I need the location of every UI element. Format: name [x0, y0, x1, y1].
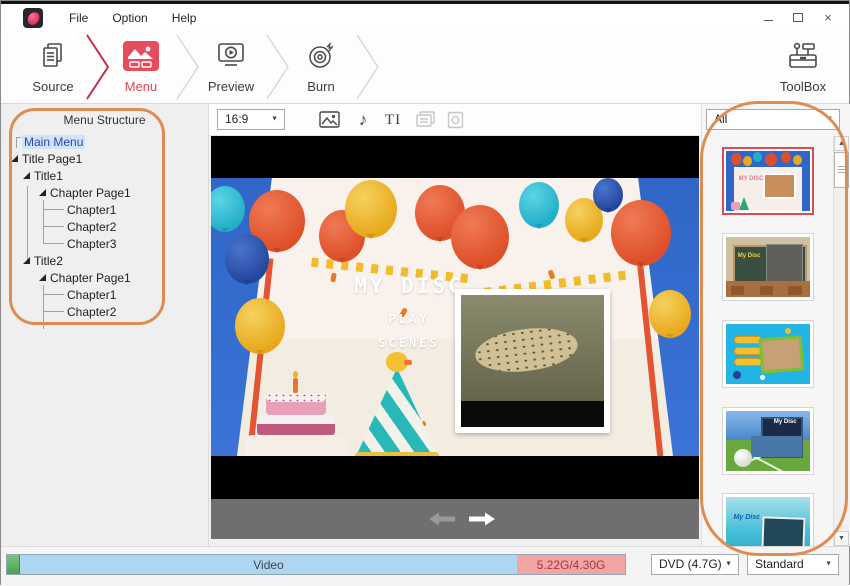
- design-toolbar: 16:9 ▼ ♪ TI: [209, 104, 701, 136]
- capacity-video-segment: Video: [20, 555, 517, 574]
- balloon: [451, 205, 509, 269]
- templates-scrollbar[interactable]: ▲ ▼: [833, 136, 849, 546]
- frame-tool-icon: [413, 110, 437, 130]
- tree-item-chapter1-b[interactable]: Chapter1: [1, 287, 208, 304]
- step-preview[interactable]: Preview: [193, 39, 269, 94]
- template-classroom[interactable]: My Disc: [722, 233, 814, 301]
- template-thumbnail: My Disc: [726, 411, 810, 471]
- source-icon: [15, 39, 91, 73]
- editor-area: 16:9 ▼ ♪ TI: [209, 104, 701, 546]
- capacity-overflow-segment: 5.22G/4.30G: [517, 555, 625, 574]
- next-page-arrow-icon[interactable]: [469, 512, 495, 526]
- menu-option[interactable]: Option: [100, 7, 159, 29]
- toolbox-button[interactable]: ToolBox: [761, 39, 845, 94]
- menu-structure-panel: Menu Structure Main Menu Title Page1 Tit…: [1, 104, 209, 546]
- background-music-tool-icon[interactable]: ♪: [351, 110, 375, 130]
- close-button[interactable]: ×: [821, 11, 835, 25]
- quality-dropdown[interactable]: Standard ▼: [747, 554, 839, 575]
- menu-help[interactable]: Help: [160, 7, 209, 29]
- fish-image: [473, 323, 580, 377]
- tree-item-title1[interactable]: Title1: [1, 168, 208, 185]
- party-hat-graphic: [353, 354, 441, 456]
- video-thumbnail: [461, 295, 604, 427]
- tree-item-chapter-page1[interactable]: Chapter Page1: [1, 185, 208, 202]
- maximize-button[interactable]: [791, 11, 805, 25]
- balloon: [519, 182, 559, 228]
- template-birthday[interactable]: MY DISC: [722, 147, 814, 215]
- birthday-cake-graphic: [246, 381, 351, 456]
- video-thumbnail-frame[interactable]: [455, 289, 610, 433]
- tree-item-main-menu[interactable]: Main Menu: [1, 134, 208, 151]
- expand-triangle-icon[interactable]: [39, 189, 46, 196]
- status-bar: Video 5.22G/4.30G DVD (4.7G) ▼ Standard …: [1, 546, 849, 586]
- step-menu[interactable]: Menu: [103, 39, 179, 94]
- tree-item-title-page1[interactable]: Title Page1: [1, 151, 208, 168]
- app-logo-icon: [23, 8, 43, 28]
- balloon: [649, 290, 691, 338]
- chevron-down-icon: ▼: [826, 109, 833, 128]
- scroll-down-button[interactable]: ▼: [834, 531, 849, 546]
- template-baseball[interactable]: My Disc: [722, 407, 814, 475]
- previous-page-arrow-icon: [429, 512, 455, 526]
- tree-item-chapter2-b[interactable]: Chapter2: [1, 304, 208, 321]
- balloon: [345, 180, 397, 238]
- menu-step-icon: [103, 39, 179, 73]
- window-controls: ×: [761, 11, 835, 25]
- steps-toolbar: Source Menu: [1, 31, 849, 104]
- burn-icon: [283, 39, 359, 73]
- balloon: [225, 234, 269, 284]
- capacity-used-segment: [7, 555, 20, 574]
- tree-item-chapter-page1-b[interactable]: Chapter Page1: [1, 270, 208, 287]
- template-thumbnail: MY DISC: [726, 151, 810, 211]
- chevron-down-icon: ▼: [271, 109, 278, 128]
- tree-item-chapter3[interactable]: Chapter3: [1, 236, 208, 253]
- background-image-tool-icon[interactable]: [317, 110, 341, 130]
- preview-nav-bar: [211, 499, 699, 539]
- expand-triangle-icon[interactable]: [23, 257, 30, 264]
- step-burn[interactable]: Burn: [283, 39, 359, 94]
- expand-triangle-icon[interactable]: [39, 274, 46, 281]
- tree-item-title2[interactable]: Title2: [1, 253, 208, 270]
- menu-preview: MY DISC PLAY SCENES: [211, 136, 699, 539]
- balloon: [235, 298, 285, 354]
- balloon: [593, 178, 623, 212]
- menu-bar: File Option Help: [57, 7, 208, 29]
- disc-capacity-bar: Video 5.22G/4.30G: [6, 554, 626, 575]
- minimize-button[interactable]: [761, 11, 775, 25]
- step-source[interactable]: Source: [15, 39, 91, 94]
- expand-triangle-icon[interactable]: [23, 172, 30, 179]
- template-kids[interactable]: [722, 320, 814, 388]
- text-tool-icon[interactable]: TI: [381, 110, 405, 130]
- tree-item-chapter1[interactable]: Chapter1: [1, 202, 208, 219]
- template-thumbnail: [726, 324, 810, 384]
- scrollbar-thumb[interactable]: [834, 152, 849, 188]
- menu-file[interactable]: File: [57, 7, 100, 29]
- balloon: [211, 186, 245, 232]
- expand-triangle-icon[interactable]: [11, 155, 18, 162]
- menu-structure-tree: Main Menu Title Page1 Title1 Chapter Pag…: [1, 134, 208, 321]
- template-thumbnail: My Disc: [726, 237, 810, 297]
- preview-icon: [193, 39, 269, 73]
- app-window: File Option Help × Source: [0, 0, 850, 585]
- title-bar: File Option Help ×: [1, 4, 849, 31]
- menu-structure-title: Menu Structure: [1, 104, 208, 127]
- template-beach[interactable]: My Disc: [722, 493, 814, 546]
- templates-panel: All ▼ MY DISC My Disc: [701, 104, 850, 546]
- tree-item-chapter2[interactable]: Chapter2: [1, 219, 208, 236]
- chevron-down-icon: ▼: [825, 554, 832, 573]
- balloon: [611, 200, 671, 266]
- toolbox-icon: [761, 39, 845, 73]
- chevron-separator: [355, 34, 381, 100]
- preview-scene: MY DISC PLAY SCENES: [211, 178, 699, 456]
- chevron-down-icon: ▼: [725, 554, 732, 573]
- thumbnail-tool-icon: [443, 110, 467, 130]
- disc-type-dropdown[interactable]: DVD (4.7G) ▼: [651, 554, 739, 575]
- template-filter-dropdown[interactable]: All ▼: [706, 109, 840, 130]
- aspect-ratio-dropdown[interactable]: 16:9 ▼: [217, 109, 285, 130]
- video-letterbox: [461, 401, 604, 427]
- scroll-up-button[interactable]: ▲: [834, 136, 849, 151]
- template-thumbnail: My Disc: [726, 497, 810, 546]
